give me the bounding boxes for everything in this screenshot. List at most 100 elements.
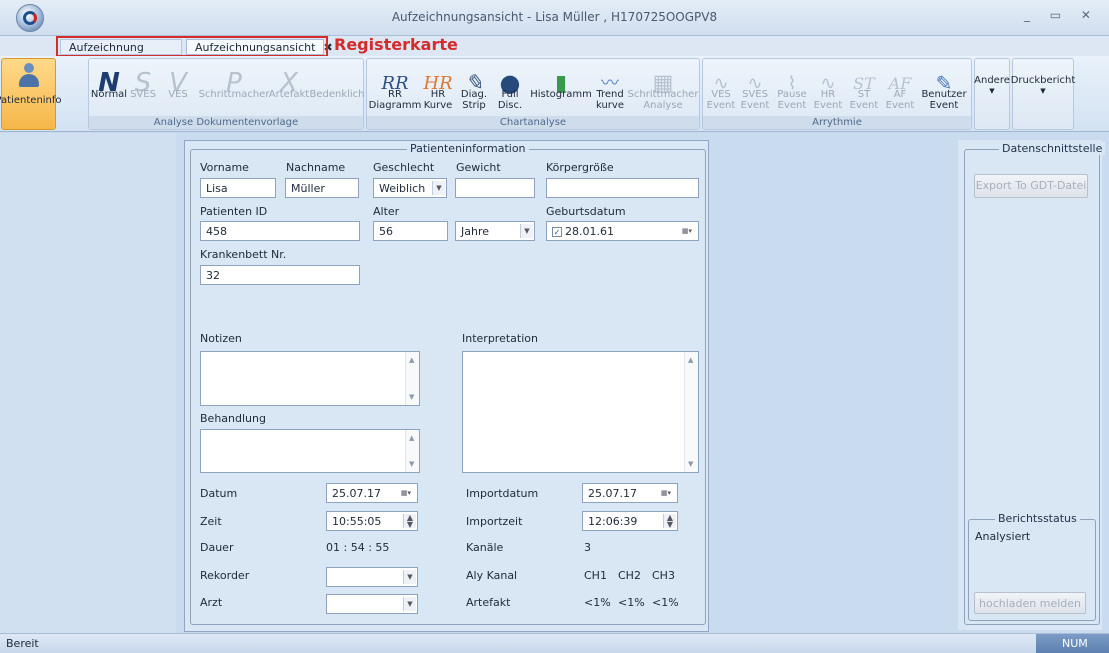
rekorder-select[interactable]: ▼ [326,567,418,587]
spinner-icon[interactable]: ▲ ▼ [403,514,416,529]
scrollbar[interactable]: ▲ ▼ [405,352,419,405]
hr-event-button[interactable]: ∿ HR Event [811,61,845,117]
dauer-label: Dauer [200,541,234,554]
koerpergroesse-field[interactable] [546,178,699,198]
checkbox-checked-icon[interactable]: ✓ [552,227,562,237]
st-event-button[interactable]: ST ST Event [847,61,881,117]
zeit-spinner[interactable]: 10:55:05 ▲ ▼ [326,511,418,531]
window-controls[interactable]: _ ▭ ✕ [1024,8,1099,22]
window-title: Aufzeichnungsansicht - Lisa Müller , H17… [391,10,718,24]
user-event-pen-icon: ✎ [935,71,953,95]
interpretation-label: Interpretation [462,332,538,345]
scroll-up-icon[interactable]: ▲ [409,434,414,442]
trend-curve-icon: 〰 [601,73,619,94]
artefakt-ch3: <1% [652,596,679,609]
calendar-icon[interactable]: ▦▾ [656,486,676,500]
interpretation-textarea[interactable]: ▲ ▼ [462,351,699,473]
normal-button[interactable]: N Normal [91,61,127,117]
dauer-value: 01 : 54 : 55 [326,541,390,554]
datenschnittstelle-title: Datenschnittstelle [999,142,1106,155]
vorname-field[interactable]: Lisa [200,178,276,198]
full-disc-icon: ● [499,69,521,97]
scroll-up-icon[interactable]: ▲ [688,356,693,364]
andere-button[interactable]: Andere ▼ [974,58,1010,130]
diag-strip-button[interactable]: ✎ Diag. Strip [457,61,491,117]
left-pane [0,133,176,633]
calendar-icon[interactable]: ▦▾ [677,224,697,238]
notizen-textarea[interactable]: ▲ ▼ [200,351,420,406]
section-title: Patienteninformation [407,142,529,155]
koerpergroesse-label: Körpergröße [546,161,614,174]
druckbericht-button[interactable]: Druckbericht ▼ [1010,58,1076,130]
behandlung-textarea[interactable]: ▲ ▼ [200,429,420,473]
aly-kanal-ch2: CH2 [618,569,641,582]
bedenklich-button[interactable]: Bedenklich [309,61,364,117]
geburtsdatum-picker[interactable]: ✓ 28.01.61 ▦▾ [546,221,699,241]
hochladen-melden-button[interactable]: hochladen melden [974,592,1086,614]
importzeit-spinner[interactable]: 12:06:39 ▲ ▼ [582,511,678,531]
notizen-label: Notizen [200,332,242,345]
schrittmacher-analyse-button[interactable]: ▦ Schrittmacher Analyse [627,61,699,117]
pacemaker-analysis-icon: ▦ [652,71,674,96]
spinner-icon[interactable]: ▲ ▼ [663,514,676,529]
geburtsdatum-label: Geburtsdatum [546,205,626,218]
patient-icon [16,63,42,89]
nachname-label: Nachname [286,161,346,174]
scroll-down-icon[interactable]: ▼ [409,393,414,401]
scrollbar[interactable]: ▲ ▼ [405,430,419,472]
alter-field[interactable]: 56 [373,221,448,241]
artefakt-ch2: <1% [618,596,645,609]
arzt-label: Arzt [200,596,223,609]
vorname-label: Vorname [200,161,249,174]
group-label: Chartanalyse [367,116,699,129]
chevron-down-icon: ▼ [403,570,416,584]
schrittmacher-button[interactable]: P Schrittmacher [199,61,270,117]
berichtsstatus-title: Berichtsstatus [995,512,1080,525]
tab-highlight-box [56,36,328,57]
arzt-select[interactable]: ▼ [326,594,418,614]
zeit-label: Zeit [200,515,222,528]
importdatum-label: Importdatum [466,487,539,500]
benutzer-event-button[interactable]: ✎ Benutzer Event [919,61,969,117]
scroll-down-icon[interactable]: ▼ [688,460,693,468]
hr-kurve-button[interactable]: HR HR Kurve [421,61,455,117]
pause-event-button[interactable]: ⌇ Pause Event [775,61,809,117]
importdatum-picker[interactable]: 25.07.17 ▦▾ [582,483,678,503]
gewicht-field[interactable] [455,178,535,198]
status-text: Bereit [6,637,39,650]
scrollbar[interactable]: ▲ ▼ [684,352,698,472]
trendkurve-button[interactable]: 〰 Trend kurve [593,61,627,117]
export-gdt-button[interactable]: Export To GDT-Datei [974,174,1088,198]
normal-icon: N [98,68,120,98]
artefakt-button[interactable]: X Artefakt [267,61,311,117]
patienteninfo-button[interactable]: Patienteninfo [0,58,62,130]
af-event-button[interactable]: AF AF Event [883,61,917,117]
nachname-field[interactable]: Müller [285,178,359,198]
sves-event-button[interactable]: ∿ SVES Event [739,61,771,117]
scroll-down-icon[interactable]: ▼ [409,460,414,468]
berichtsstatus-value: Analysiert [975,530,1031,543]
sves-button[interactable]: S SVES [128,61,158,117]
ves-button[interactable]: V VES [160,61,196,117]
st-event-icon: ST [853,74,875,93]
geschlecht-select[interactable]: Weiblich ▼ [373,178,447,198]
ves-icon: V [169,68,187,98]
alter-einheit-select[interactable]: Jahre ▼ [455,221,535,241]
calendar-icon[interactable]: ▦▾ [396,486,416,500]
krankenbett-field[interactable]: 32 [200,265,360,285]
ves-event-button[interactable]: ∿ VES Event [705,61,737,117]
patienten-id-field[interactable]: 458 [200,221,360,241]
scroll-up-icon[interactable]: ▲ [409,356,414,364]
druckbericht-label: Druckbericht [1010,75,1076,86]
annotation-label: Registerkarte [334,35,458,54]
histogramm-button[interactable]: ▮ Histogramm [530,61,592,117]
rr-diagramm-button[interactable]: RR RR Diagramm [369,61,422,117]
datum-picker[interactable]: 25.07.17 ▦▾ [326,483,418,503]
behandlung-label: Behandlung [200,412,266,425]
histogram-icon: ▮ [554,71,568,96]
hr-icon: HR [423,73,453,94]
chevron-down-icon: ▼ [403,597,416,611]
full-disc-button[interactable]: ● Full Disc. [493,61,527,117]
group-label: Analyse Dokumentenvorlage [89,116,363,129]
chevron-down-icon: ▼ [432,181,445,195]
